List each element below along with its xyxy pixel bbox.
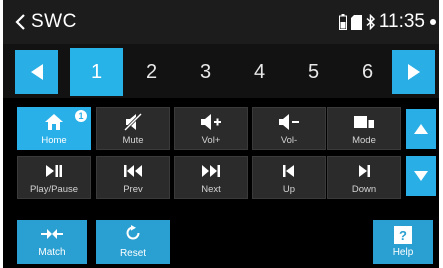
- battery-icon: [338, 14, 347, 30]
- match-icon: [40, 227, 64, 245]
- mode-label: Mode: [352, 135, 376, 146]
- bluetooth-icon: [366, 14, 375, 30]
- play-pause-icon: [45, 160, 63, 182]
- page-prev-button[interactable]: [15, 50, 58, 94]
- previous-label: Prev: [123, 184, 143, 195]
- notification-badge: 1: [75, 110, 87, 122]
- previous-button[interactable]: Prev: [96, 156, 170, 199]
- down-label: Down: [351, 184, 377, 195]
- mode-icon: [353, 111, 375, 133]
- chevron-left-icon: [15, 14, 25, 30]
- triangle-down-icon: [414, 171, 428, 181]
- triangle-right-icon: [407, 64, 420, 80]
- help-button[interactable]: ? Help: [373, 220, 433, 264]
- scroll-down-button[interactable]: [406, 156, 436, 196]
- system-status: 11:35: [338, 10, 437, 34]
- sd-card-icon: [350, 14, 362, 30]
- triangle-left-icon: [30, 64, 43, 80]
- page-tab-4[interactable]: 4: [233, 48, 286, 96]
- help-label: Help: [392, 246, 414, 258]
- volume-down-icon: [278, 111, 300, 133]
- volume-down-button[interactable]: Vol-: [252, 107, 326, 150]
- reset-label: Reset: [119, 248, 147, 259]
- play-pause-label: Play/Pause: [29, 184, 79, 195]
- page-tab-3[interactable]: 3: [179, 48, 232, 96]
- help-glyph: ?: [394, 226, 412, 245]
- up-label: Up: [282, 184, 296, 195]
- page-tab-2[interactable]: 2: [125, 48, 178, 96]
- previous-icon: [123, 160, 143, 182]
- signal-icon: [430, 19, 436, 25]
- back-button[interactable]: [15, 8, 26, 36]
- home-button[interactable]: 1 Home: [17, 107, 91, 150]
- page-tab-5[interactable]: 5: [287, 48, 340, 96]
- mute-label: Mute: [122, 135, 144, 146]
- triangle-up-icon: [414, 124, 428, 134]
- volume-up-label: Vol+: [201, 135, 221, 146]
- next-icon: [201, 160, 221, 182]
- home-label: Home: [41, 135, 67, 146]
- page-title: SWC: [31, 11, 77, 32]
- home-icon: [44, 111, 64, 133]
- down-button[interactable]: Down: [327, 156, 401, 199]
- mute-button[interactable]: Mute: [96, 107, 170, 150]
- scroll-up-button[interactable]: [406, 109, 436, 149]
- reset-button[interactable]: Reset: [96, 220, 170, 264]
- next-label: Next: [201, 184, 221, 195]
- page-next-button[interactable]: [392, 50, 435, 94]
- volume-up-button[interactable]: Vol+: [174, 107, 248, 150]
- volume-down-label: Vol-: [280, 135, 298, 146]
- match-label: Match: [38, 246, 66, 258]
- up-icon: [282, 160, 296, 182]
- up-button[interactable]: Up: [252, 156, 326, 199]
- play-pause-button[interactable]: Play/Pause: [17, 156, 91, 199]
- down-icon: [357, 160, 371, 182]
- clock: 11:35: [378, 11, 425, 32]
- help-icon: ?: [394, 226, 412, 245]
- screen: SWC 11:35 1 2 3 4 5 6 1 Home Mute Vol+ V…: [3, 0, 439, 268]
- page-tab-6[interactable]: 6: [341, 48, 394, 96]
- mode-button[interactable]: Mode: [327, 107, 401, 150]
- next-button[interactable]: Next: [174, 156, 248, 199]
- mute-icon: [123, 111, 143, 133]
- page-tab-1[interactable]: 1: [70, 48, 123, 96]
- volume-up-icon: [200, 111, 222, 133]
- status-bar: SWC 11:35: [3, 0, 439, 44]
- reset-icon: [125, 225, 141, 246]
- match-button[interactable]: Match: [17, 220, 87, 264]
